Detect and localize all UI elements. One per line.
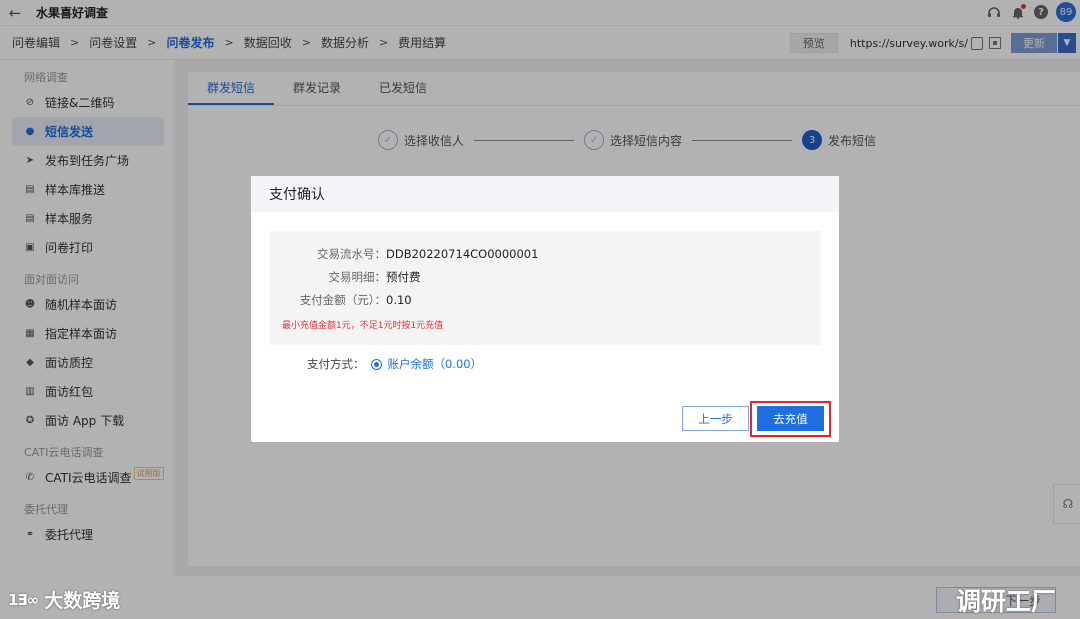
info-value: 预付费 <box>386 270 421 284</box>
watermark-logo: 1Ǝ∞ <box>8 590 39 609</box>
watermark-left: 1Ǝ∞ 大数跨境 <box>8 586 120 613</box>
payment-method-label: 支付方式： <box>307 357 365 371</box>
dialog-title: 支付确认 <box>251 176 839 212</box>
payment-method-row: 支付方式： 账户余额（0.00） <box>307 356 482 372</box>
info-label: 交易流水号： <box>317 247 386 261</box>
watermark-right: 调研工厂 <box>956 587 1057 616</box>
transaction-id-row: 交易流水号： DDB20220714CO0000001 <box>270 246 821 262</box>
info-value: 0.10 <box>386 293 412 307</box>
annotation-highlight-box <box>750 401 831 437</box>
amount-row: 支付金额（元）： 0.10 <box>270 292 821 308</box>
info-value: DDB20220714CO0000001 <box>386 247 539 261</box>
payment-info-box: 交易流水号： DDB20220714CO0000001 交易明细： 预付费 支付… <box>270 231 821 345</box>
info-label: 交易明细： <box>328 270 387 284</box>
info-label: 支付金额（元）： <box>299 293 386 307</box>
watermark-text: 大数跨境 <box>44 590 121 612</box>
payment-option-label[interactable]: 账户余额（0.00） <box>388 356 483 372</box>
transaction-detail-row: 交易明细： 预付费 <box>270 269 821 285</box>
previous-step-button[interactable]: 上一步 <box>682 406 749 431</box>
recharge-note: 最小充值金额1元，不足1元时按1元充值 <box>282 321 444 331</box>
payment-method-radio[interactable] <box>370 358 382 370</box>
radio-dot <box>373 361 379 367</box>
